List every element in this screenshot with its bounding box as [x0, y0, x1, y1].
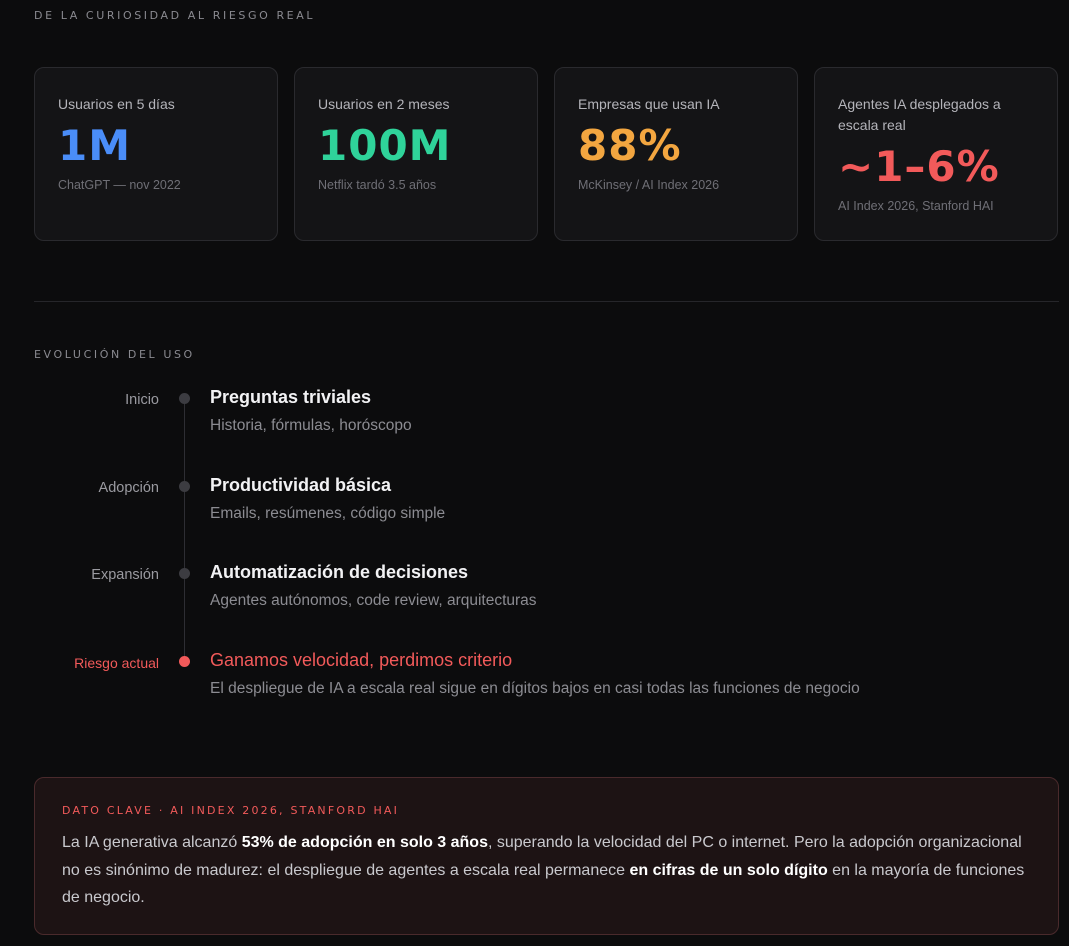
timeline-item-inicio: Inicio Preguntas triviales Historia, fór…	[0, 380, 1069, 440]
stats-row: Usuarios en 5 días 1M ChatGPT — nov 2022…	[34, 67, 1059, 241]
stat-value: 88%	[578, 121, 682, 170]
callout-text-part: La IA generativa alcanzó	[62, 834, 242, 851]
stat-card-users-2-months: Usuarios en 2 meses 100M Netflix tardó 3…	[294, 67, 538, 241]
stat-label: Usuarios en 2 meses	[318, 96, 450, 112]
stat-source: ChatGPT — nov 2022	[58, 178, 181, 192]
stat-source: Netflix tardó 3.5 años	[318, 178, 437, 192]
timeline-dot-icon	[179, 656, 190, 667]
timeline-item-riesgo-actual: Riesgo actual Ganamos velocidad, perdimo…	[0, 643, 1069, 703]
stat-label: Empresas que usan IA	[578, 96, 720, 112]
timeline-desc: Agentes autónomos, code review, arquitec…	[210, 592, 537, 609]
stat-value: ~1–6%	[838, 142, 1000, 191]
section-heading-curiosity: DE LA CURIOSIDAD AL RIESGO REAL	[34, 9, 316, 22]
callout-text: La IA generativa alcanzó 53% de adopción…	[62, 829, 1031, 912]
stat-card-ai-agents: Agentes IA desplegados a escala real ~1–…	[814, 67, 1058, 241]
usage-timeline: Inicio Preguntas triviales Historia, fór…	[0, 380, 1069, 720]
stat-label: Usuarios en 5 días	[58, 96, 175, 112]
timeline-item-adopcion: Adopción Productividad básica Emails, re…	[0, 468, 1069, 528]
timeline-dot-icon	[179, 481, 190, 492]
timeline-phase: Inicio	[125, 392, 159, 408]
timeline-title: Productividad básica	[210, 475, 392, 495]
timeline-phase: Adopción	[98, 480, 159, 496]
stat-card-users-5-days: Usuarios en 5 días 1M ChatGPT — nov 2022	[34, 67, 278, 241]
timeline-title: Ganamos velocidad, perdimos criterio	[210, 650, 513, 670]
stat-value: 1M	[58, 121, 132, 170]
stat-card-companies-ai: Empresas que usan IA 88% McKinsey / AI I…	[554, 67, 798, 241]
timeline-title: Automatización de decisiones	[210, 562, 469, 582]
timeline-desc: Emails, resúmenes, código simple	[210, 505, 446, 522]
timeline-item-expansion: Expansión Automatización de decisiones A…	[0, 555, 1069, 615]
stat-source: AI Index 2026, Stanford HAI	[838, 199, 994, 213]
timeline-dot-icon	[179, 393, 190, 404]
timeline-desc: Historia, fórmulas, horóscopo	[210, 417, 412, 434]
callout-label: DATO CLAVE · AI INDEX 2026, STANFORD HAI	[62, 804, 400, 817]
stat-source: McKinsey / AI Index 2026	[578, 178, 720, 192]
callout-highlight: en cifras de un solo dígito	[629, 861, 828, 879]
section-heading-evolution: EVOLUCIÓN DEL USO	[34, 348, 195, 361]
stat-value: 100M	[318, 121, 452, 170]
timeline-title: Preguntas triviales	[210, 387, 372, 407]
section-divider	[34, 301, 1059, 302]
timeline-desc: El despliegue de IA a escala real sigue …	[210, 680, 860, 697]
page: DE LA CURIOSIDAD AL RIESGO REAL Usuarios…	[0, 0, 1069, 946]
timeline-dot-icon	[179, 568, 190, 579]
key-fact-callout: DATO CLAVE · AI INDEX 2026, STANFORD HAI…	[34, 777, 1059, 935]
timeline-phase: Riesgo actual	[74, 655, 159, 671]
stat-label: Agentes IA desplegados a escala real	[838, 96, 1001, 133]
timeline-phase: Expansión	[91, 567, 159, 583]
callout-highlight: 53% de adopción en solo 3 años	[241, 834, 488, 851]
